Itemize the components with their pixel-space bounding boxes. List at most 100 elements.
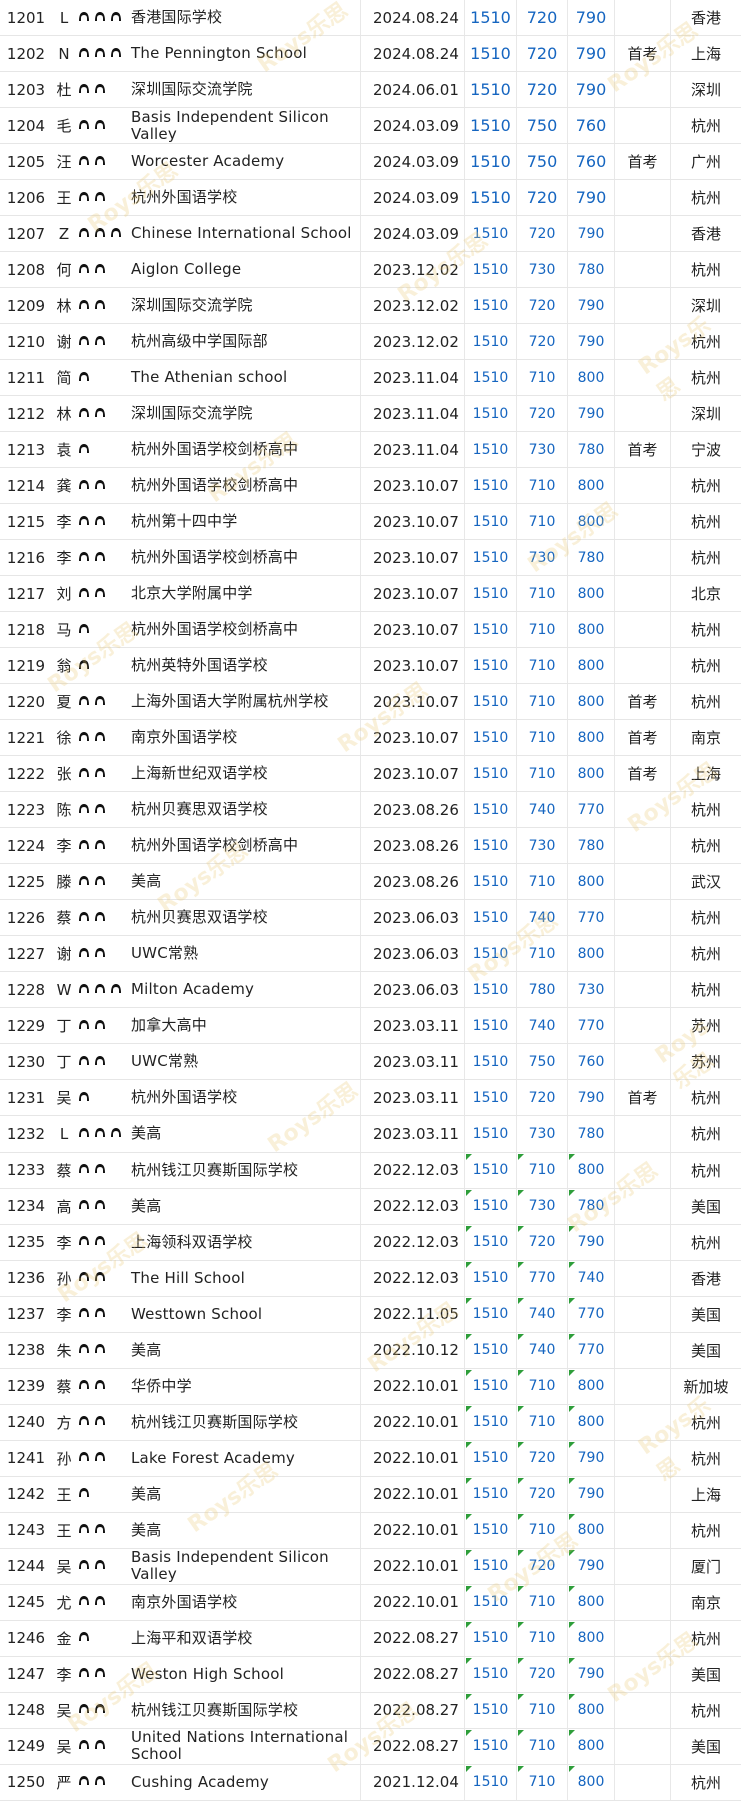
school-name: Chinese International School	[131, 224, 352, 243]
section-score-1: 720	[516, 1224, 567, 1260]
total-score: 1510	[464, 1368, 516, 1404]
note-label	[614, 1692, 670, 1728]
row-id: 1215	[6, 512, 46, 531]
city-name: 苏州	[670, 1008, 741, 1044]
total-score: 1510	[464, 900, 516, 936]
school-name: 杭州外国语学校剑桥高中	[131, 620, 299, 639]
test-date: 2023.03.11	[360, 1080, 464, 1116]
table-row: 1214 龚 杭州外国语学校剑桥高中 2023.10.07 1510 710 800 杭州	[0, 468, 741, 505]
cell-flag-icon	[518, 1693, 524, 1700]
section-score-2: 780	[567, 432, 614, 468]
cell-flag-icon	[569, 1441, 575, 1448]
section-score-2: 800	[567, 1764, 614, 1800]
section-score-2: 780	[567, 540, 614, 576]
school-name: 杭州英特外国语学校	[131, 656, 268, 675]
arch-icon	[77, 1090, 91, 1106]
test-date: 2023.10.07	[360, 720, 464, 756]
note-label	[614, 1332, 670, 1368]
total-score: 1510	[464, 1656, 516, 1692]
test-date: 2024.03.09	[360, 180, 464, 216]
note-label	[614, 180, 670, 216]
table-row: 1240 方 杭州钱江贝赛斯国际学校 2022.10.01 1510 710 800 杭州	[0, 1404, 741, 1441]
section-score-1: 720	[516, 1440, 567, 1476]
arch-icon	[93, 1702, 107, 1718]
note-label	[614, 612, 670, 648]
section-score-2: 800	[567, 648, 614, 684]
student-name: 尤	[56, 1593, 72, 1612]
rating-icons	[77, 540, 127, 575]
total-score: 1510	[464, 1296, 516, 1332]
city-name: 杭州	[670, 1440, 741, 1476]
row-id: 1232	[6, 1124, 46, 1143]
test-date: 2022.10.01	[360, 1512, 464, 1548]
student-name: 王	[56, 189, 72, 208]
row-id: 1220	[6, 692, 46, 711]
city-name: 深圳	[670, 288, 741, 324]
rating-icons	[77, 396, 127, 431]
table-row: 1224 李 杭州外国语学校剑桥高中 2023.08.26 1510 730 780 杭州	[0, 828, 741, 865]
section-score-1: 740	[516, 900, 567, 936]
school-name: Cushing Academy	[131, 1772, 269, 1791]
city-name: 杭州	[670, 504, 741, 540]
student-name: 孙	[56, 1269, 72, 1288]
school-name: 杭州高级中学国际部	[131, 332, 268, 351]
city-name: 杭州	[670, 1224, 741, 1260]
student-name: 李	[56, 549, 72, 568]
section-score-1: 720	[516, 324, 567, 360]
school-name: 上海外国语大学附属杭州学校	[131, 692, 329, 711]
cell-flag-icon	[569, 1549, 575, 1556]
total-score: 1510	[464, 1008, 516, 1044]
section-score-1: 730	[516, 540, 567, 576]
test-date: 2023.10.07	[360, 468, 464, 504]
test-date: 2022.08.27	[360, 1728, 464, 1764]
row-id: 1227	[6, 944, 46, 963]
row-id: 1216	[6, 548, 46, 567]
city-name: 杭州	[670, 324, 741, 360]
student-name: 林	[56, 297, 72, 316]
student-name: 吴	[56, 1557, 72, 1576]
total-score: 1510	[464, 684, 516, 720]
test-date: 2022.08.27	[360, 1692, 464, 1728]
note-label	[614, 1440, 670, 1476]
row-id: 1202	[6, 44, 46, 63]
city-name: 上海	[670, 1476, 741, 1512]
school-name: 上海新世纪双语学校	[131, 764, 268, 783]
section-score-1: 710	[516, 864, 567, 900]
test-date: 2024.03.09	[360, 216, 464, 252]
student-name: 何	[56, 261, 72, 280]
section-score-2: 800	[567, 1620, 614, 1656]
table-row: 1225 滕 美高 2023.08.26 1510 710 800 武汉	[0, 864, 741, 901]
section-score-1: 710	[516, 1764, 567, 1800]
table-row: 1235 李 上海领科双语学校 2022.12.03 1510 720 790 杭州	[0, 1224, 741, 1261]
rating-icons	[77, 1729, 127, 1764]
student-name: 谢	[56, 945, 72, 964]
arch-icon	[77, 910, 91, 926]
row-id: 1204	[6, 116, 46, 135]
city-name: 宁波	[670, 432, 741, 468]
rating-icons	[77, 1153, 127, 1188]
school-name: UWC常熟	[131, 944, 199, 963]
note-label	[614, 792, 670, 828]
table-row: 1207 Z Chinese International School 2024.03…	[0, 216, 741, 253]
rating-icons	[77, 1549, 127, 1584]
section-score-2: 790	[567, 1656, 614, 1692]
arch-icon	[77, 1378, 91, 1394]
test-date: 2022.08.27	[360, 1656, 464, 1692]
note-label	[614, 1188, 670, 1224]
cell-flag-icon	[466, 1441, 472, 1448]
section-score-2: 790	[567, 288, 614, 324]
section-score-1: 720	[516, 36, 567, 72]
test-date: 2023.10.07	[360, 648, 464, 684]
section-score-2: 790	[567, 1548, 614, 1584]
test-date: 2023.03.11	[360, 1044, 464, 1080]
total-score: 1510	[464, 1728, 516, 1764]
rating-icons	[77, 1657, 127, 1692]
cell-flag-icon	[569, 1621, 575, 1628]
arch-icon	[93, 1054, 107, 1070]
section-score-1: 720	[516, 180, 567, 216]
school-name: 上海领科双语学校	[131, 1232, 253, 1251]
cell-flag-icon	[569, 1297, 575, 1304]
section-score-1: 710	[516, 504, 567, 540]
student-name: L	[59, 1124, 69, 1143]
note-label	[614, 1116, 670, 1152]
